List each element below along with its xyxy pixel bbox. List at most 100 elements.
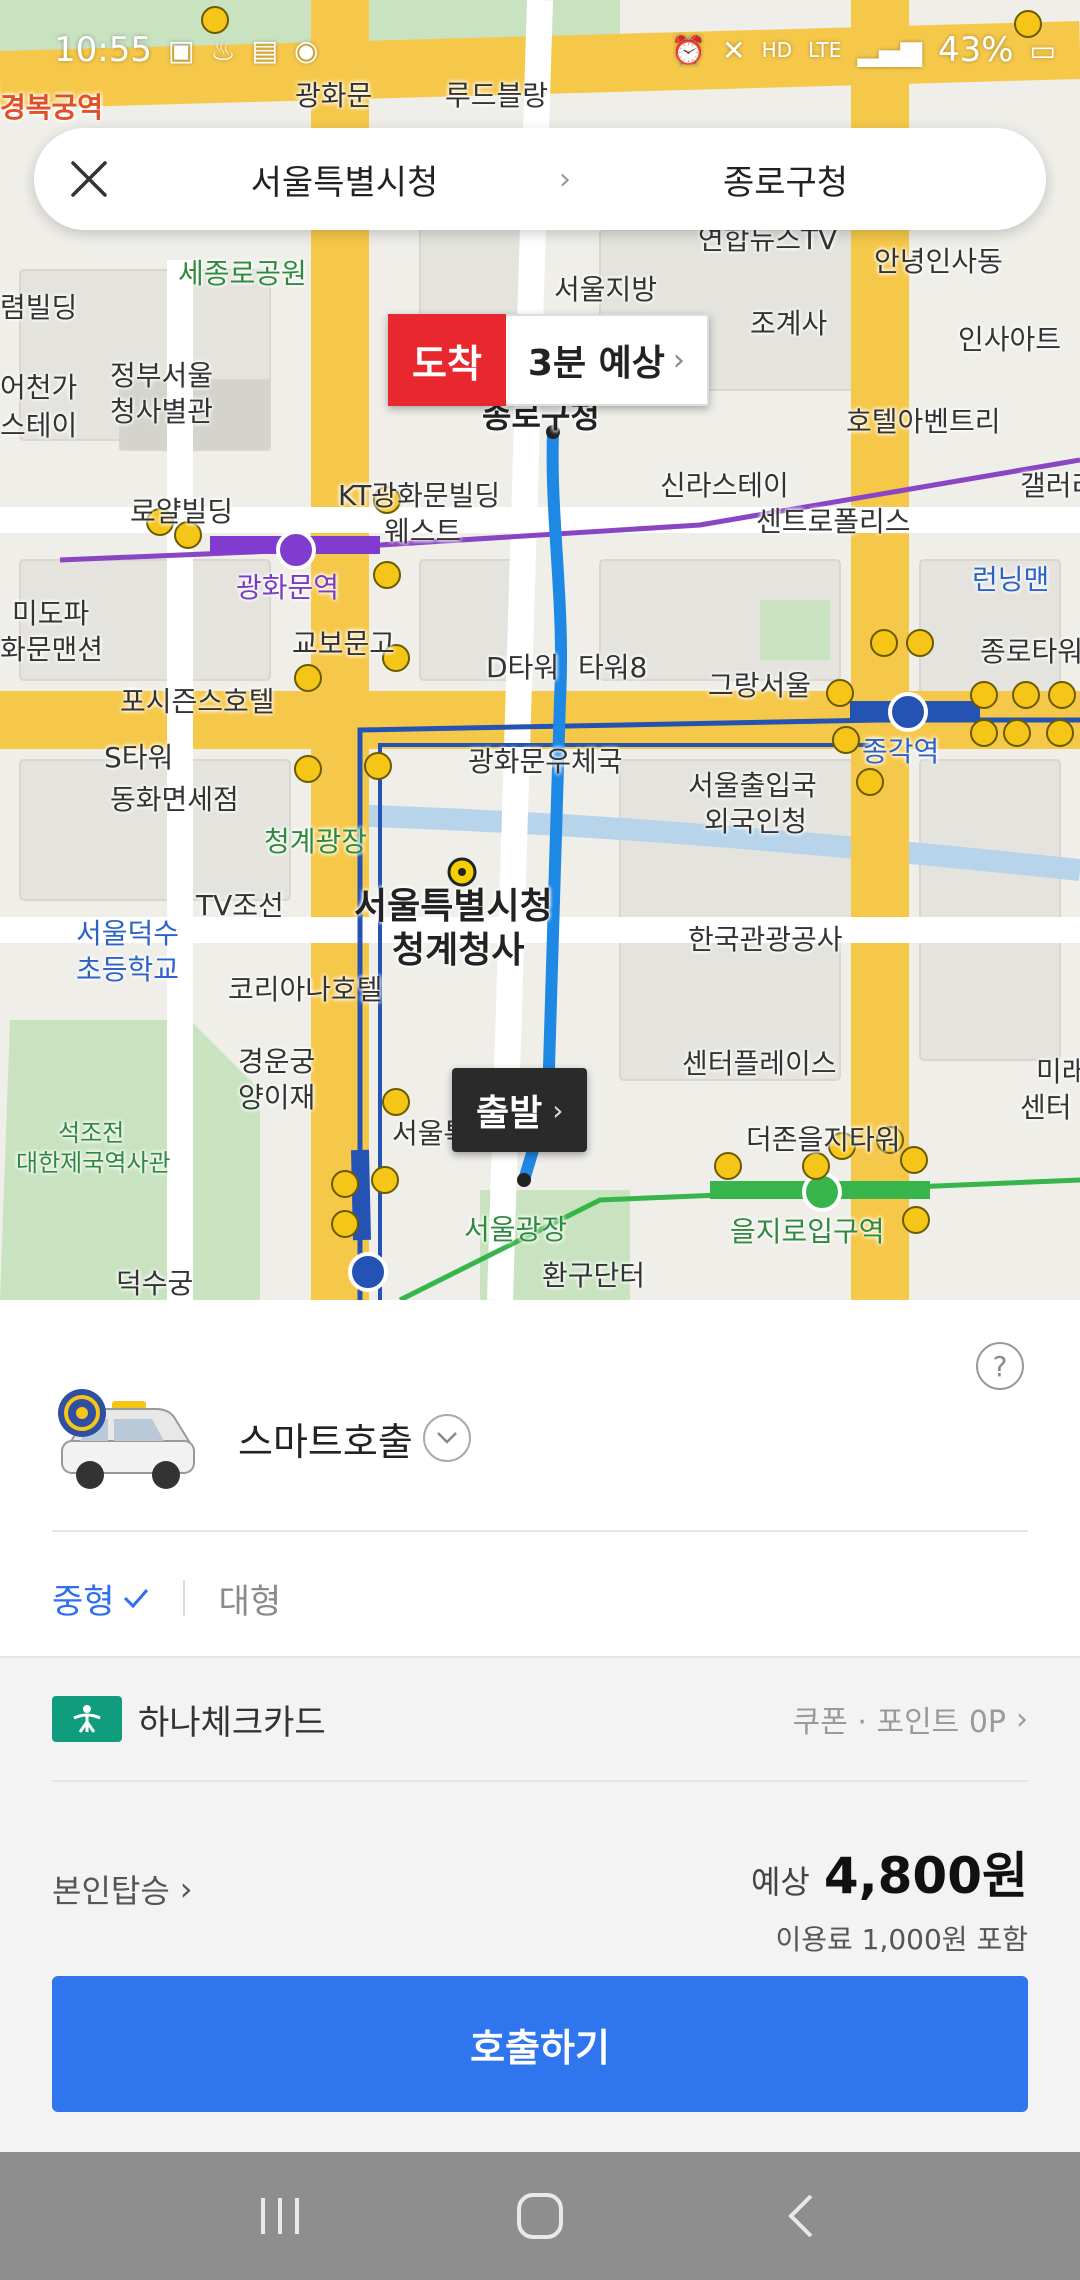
map-label: 센터	[1020, 1091, 1072, 1124]
alarm-icon: ⏰	[671, 33, 707, 67]
map-label: 정부서울	[110, 359, 214, 392]
chevron-right-icon: ›	[1016, 1701, 1028, 1737]
route-destination[interactable]: 종로구청	[585, 155, 1046, 204]
route-bar: 서울특별시청 › 종로구청	[34, 128, 1046, 230]
card-name: 하나체크카드	[138, 1702, 326, 1743]
map-label: 미래	[1036, 1055, 1080, 1088]
payment-area: 하나체크카드 쿠폰 · 포인트 0P › 본인탑승 › 예상 4,800원 이용…	[0, 1656, 1080, 2152]
divider	[182, 1580, 185, 1616]
arrival-tag: 도착	[388, 314, 506, 406]
map-label: 대한제국역사관	[16, 1149, 171, 1177]
close-button[interactable]	[34, 128, 144, 230]
chevron-down-icon[interactable]	[422, 1414, 471, 1462]
map-label: 서울광장	[464, 1213, 568, 1246]
back-button[interactable]	[755, 2171, 845, 2261]
map-label: 종로타워	[980, 635, 1080, 668]
map-label: 조계사	[750, 307, 828, 340]
coupon-points-link[interactable]: 쿠폰 · 포인트 0P ›	[793, 1697, 1028, 1741]
map-label: TV조선	[196, 889, 284, 922]
map-label: 서울특별시청	[354, 886, 553, 927]
check-icon	[123, 1589, 148, 1609]
map-label: 런닝맨	[972, 563, 1050, 596]
map-label: 타워8	[578, 651, 648, 684]
size-option-large[interactable]: 대형	[219, 1574, 282, 1623]
map-label: 신라스테이	[660, 469, 789, 502]
chevron-right-icon: ›	[672, 342, 685, 378]
map-label: 초등학교	[76, 953, 180, 986]
divider	[52, 1530, 1028, 1532]
map-label: 한국관광공사	[688, 923, 843, 956]
map-label: 환구단터	[542, 1259, 646, 1292]
map-label: 인사아트	[958, 323, 1062, 356]
arrival-eta[interactable]: 3분 예상 ›	[505, 314, 709, 406]
map-label: 호텔아벤트리	[846, 405, 1001, 438]
map-label: 서울지방	[554, 273, 658, 306]
arrival-eta-text: 3분 예상	[527, 343, 665, 384]
car-size-options: 중형 대형	[52, 1568, 281, 1628]
map-label: 양이재	[238, 1081, 316, 1114]
map-label: 석조전	[58, 1119, 125, 1147]
map-label: 서울출입국	[688, 769, 817, 802]
status-bar: 10:55 ▣ ♨ ▤ ◉ ⏰ ✕ HD LTE ▂▄▆ 43% ▭	[0, 0, 1080, 100]
arrival-marker[interactable]: 도착 3분 예상 ›	[388, 314, 709, 406]
hana-card-logo-icon	[52, 1696, 122, 1742]
fare-estimate: 예상 4,800원 이용료 1,000원 포함	[751, 1836, 1028, 1958]
map-label: 청계청사	[392, 930, 525, 971]
map-label: 서울덕수	[76, 917, 180, 950]
chevron-right-icon: ›	[552, 1093, 564, 1127]
map-label-station: 을지로입구역	[730, 1215, 885, 1248]
recent-apps-icon	[261, 2198, 299, 2234]
map-label: 그랑서울	[708, 669, 812, 702]
self-ride-option[interactable]: 본인탑승 ›	[52, 1866, 193, 1912]
network-hd-label: HD	[761, 38, 793, 62]
map-label: 갤러리	[1020, 469, 1080, 502]
map-label: 렴빌딩	[0, 291, 78, 324]
map-label: 청계광장	[264, 825, 368, 858]
map-label: 외국인청	[704, 805, 808, 838]
map-label: 스테이	[0, 409, 78, 442]
gallery-icon: ▣	[167, 33, 195, 67]
payment-method-row[interactable]: 하나체크카드 쿠폰 · 포인트 0P ›	[52, 1658, 1028, 1782]
chevron-right-icon: ›	[179, 1870, 193, 1908]
help-button[interactable]: ?	[976, 1342, 1024, 1390]
map-label: 미도파	[12, 597, 90, 630]
service-selector[interactable]: 스마트호출	[52, 1378, 471, 1498]
home-icon	[517, 2193, 563, 2239]
departure-marker[interactable]: 출발 ›	[452, 1068, 588, 1152]
map-label: 코리아나호텔	[228, 973, 383, 1006]
mute-icon: ✕	[722, 33, 746, 67]
map-label: D타워	[486, 651, 560, 684]
map-label: 센터플레이스	[682, 1047, 837, 1080]
booking-sheet: ? 스마트호출 중형 대형 하나체크카드 쿠폰 · 포인트 0P › 본인탑승 …	[0, 1300, 1080, 2152]
signal-icon: ▂▄▆	[857, 33, 922, 67]
size-option-medium[interactable]: 중형	[52, 1574, 149, 1623]
map-label: 포시즌스호텔	[120, 685, 275, 718]
app-notification-icon: ♨	[210, 33, 236, 67]
home-button[interactable]	[495, 2171, 585, 2261]
departure-tag: 출발	[476, 1093, 543, 1134]
map-label: 덕수궁	[116, 1267, 194, 1300]
network-lte-label: LTE	[808, 38, 842, 62]
map-label: 경운궁	[238, 1045, 316, 1078]
map-label: 더존을지타워	[746, 1123, 901, 1156]
map-label: 세종로공원	[178, 257, 307, 290]
taxi-car-icon	[58, 1389, 195, 1489]
chevron-right-icon: ›	[559, 161, 571, 197]
call-taxi-button[interactable]: 호출하기	[52, 1976, 1028, 2112]
size-medium-label: 중형	[52, 1581, 115, 1622]
map-label: 어천가	[0, 371, 78, 404]
app-icon: ◉	[294, 33, 319, 67]
self-ride-label: 본인탑승	[52, 1872, 170, 1910]
map-label: S타워	[104, 741, 174, 774]
map-label: 안녕인사동	[874, 245, 1003, 278]
back-icon	[788, 2194, 813, 2238]
map-label: 청사별관	[110, 395, 214, 428]
status-time: 10:55	[54, 30, 152, 70]
map-label: KT광화문빌딩	[338, 479, 501, 512]
route-origin[interactable]: 서울특별시청	[144, 155, 545, 204]
map-label: 동화면세점	[110, 783, 239, 816]
system-nav-bar	[0, 2152, 1080, 2280]
map-label: 광화문우체국	[468, 745, 623, 778]
recent-apps-button[interactable]	[235, 2171, 325, 2261]
map-label: 로얄빌딩	[130, 495, 234, 528]
